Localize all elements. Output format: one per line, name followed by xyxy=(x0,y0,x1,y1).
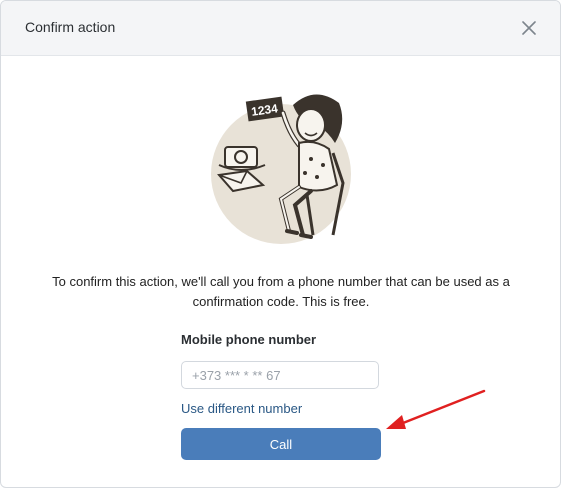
dialog-header: Confirm action xyxy=(1,1,560,56)
phone-number-input[interactable] xyxy=(181,361,379,389)
red-arrow-annotation xyxy=(386,389,486,429)
use-different-number-link[interactable]: Use different number xyxy=(181,401,302,416)
call-button[interactable]: Call xyxy=(181,428,381,460)
close-icon xyxy=(522,21,536,35)
close-button[interactable] xyxy=(516,15,542,41)
woman-phone-illustration: 1234 xyxy=(211,94,351,244)
confirmation-message: To confirm this action, we'll call you f… xyxy=(52,274,510,309)
dialog-title: Confirm action xyxy=(25,19,116,35)
phone-field-label: Mobile phone number xyxy=(181,332,317,347)
